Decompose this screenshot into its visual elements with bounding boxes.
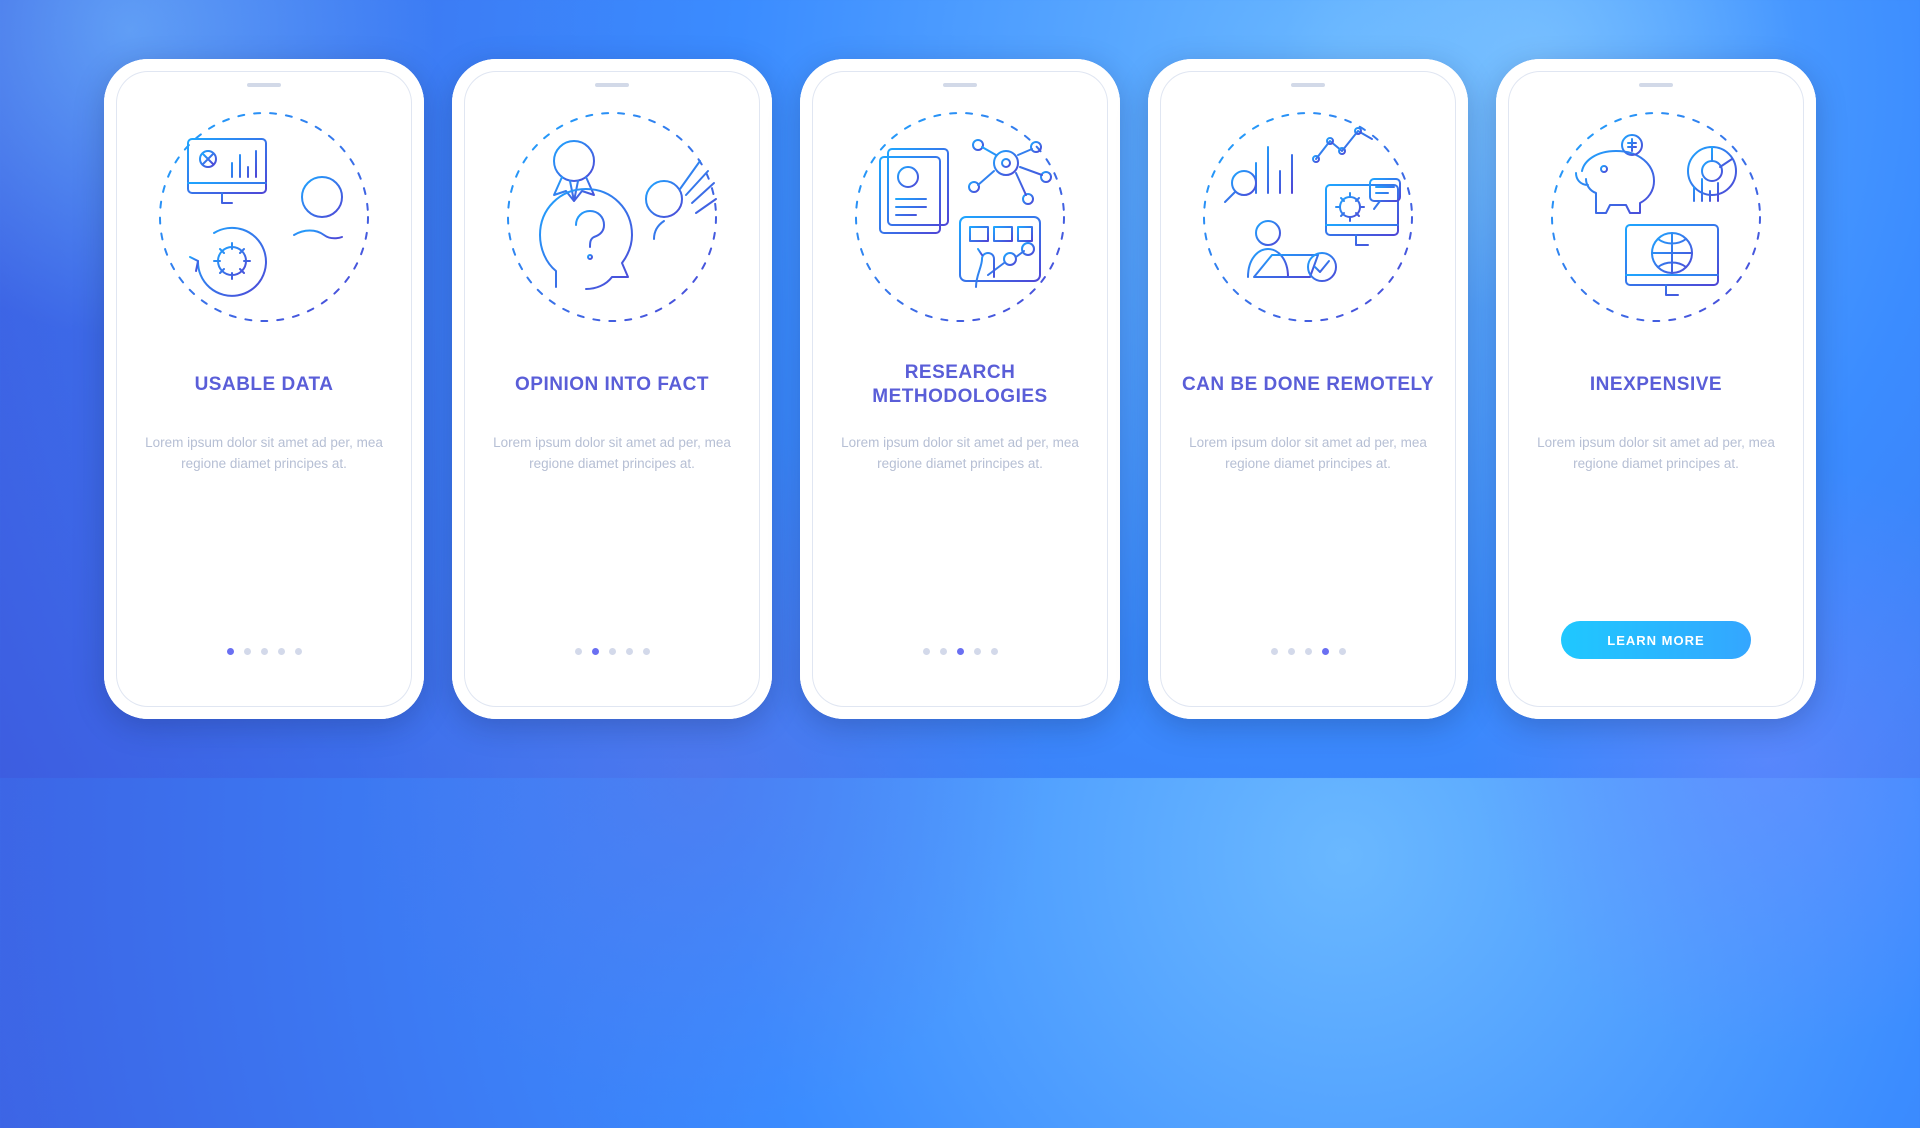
dot[interactable]: [923, 648, 930, 655]
screen-title: CAN BE DONE REMOTELY: [1176, 361, 1440, 409]
dot[interactable]: [626, 648, 633, 655]
onboarding-screen-5: INEXPENSIVE Lorem ipsum dolor sit amet a…: [1496, 59, 1816, 719]
dot[interactable]: [261, 648, 268, 655]
dot[interactable]: [295, 648, 302, 655]
page-indicator: [575, 648, 650, 655]
screen-title: USABLE DATA: [189, 361, 340, 409]
onboarding-screen-3: RESEARCH METHODOLOGIES Lorem ipsum dolor…: [800, 59, 1120, 719]
dot[interactable]: [974, 648, 981, 655]
page-indicator: [923, 648, 998, 655]
inexpensive-icon: [1546, 107, 1766, 327]
dot[interactable]: [1305, 648, 1312, 655]
dot[interactable]: [643, 648, 650, 655]
dot[interactable]: [940, 648, 947, 655]
screen-title: INEXPENSIVE: [1584, 361, 1728, 409]
research-methodologies-icon: [850, 107, 1070, 327]
screen-body: Lorem ipsum dolor sit amet ad per, mea r…: [476, 433, 748, 475]
dot[interactable]: [1288, 648, 1295, 655]
dot[interactable]: [991, 648, 998, 655]
onboarding-screen-4: CAN BE DONE REMOTELY Lorem ipsum dolor s…: [1148, 59, 1468, 719]
remote-work-icon: [1198, 107, 1418, 327]
dot[interactable]: [278, 648, 285, 655]
onboarding-screen-2: OPINION INTO FACT Lorem ipsum dolor sit …: [452, 59, 772, 719]
dot[interactable]: [609, 648, 616, 655]
dot[interactable]: [957, 648, 964, 655]
usable-data-icon: [154, 107, 374, 327]
page-indicator: [227, 648, 302, 655]
screen-body: Lorem ipsum dolor sit amet ad per, mea r…: [1520, 433, 1792, 475]
learn-more-button[interactable]: LEARN MORE: [1561, 621, 1751, 659]
dot[interactable]: [227, 648, 234, 655]
dot[interactable]: [592, 648, 599, 655]
screen-body: Lorem ipsum dolor sit amet ad per, mea r…: [824, 433, 1096, 475]
screen-body: Lorem ipsum dolor sit amet ad per, mea r…: [1172, 433, 1444, 475]
page-indicator: [1271, 648, 1346, 655]
screen-title: RESEARCH METHODOLOGIES: [824, 361, 1096, 409]
screen-body: Lorem ipsum dolor sit amet ad per, mea r…: [128, 433, 400, 475]
onboarding-screen-1: USABLE DATA Lorem ipsum dolor sit amet a…: [104, 59, 424, 719]
dot[interactable]: [244, 648, 251, 655]
dot[interactable]: [575, 648, 582, 655]
dot[interactable]: [1339, 648, 1346, 655]
dot[interactable]: [1322, 648, 1329, 655]
opinion-into-fact-icon: [502, 107, 722, 327]
screen-title: OPINION INTO FACT: [509, 361, 715, 409]
dot[interactable]: [1271, 648, 1278, 655]
